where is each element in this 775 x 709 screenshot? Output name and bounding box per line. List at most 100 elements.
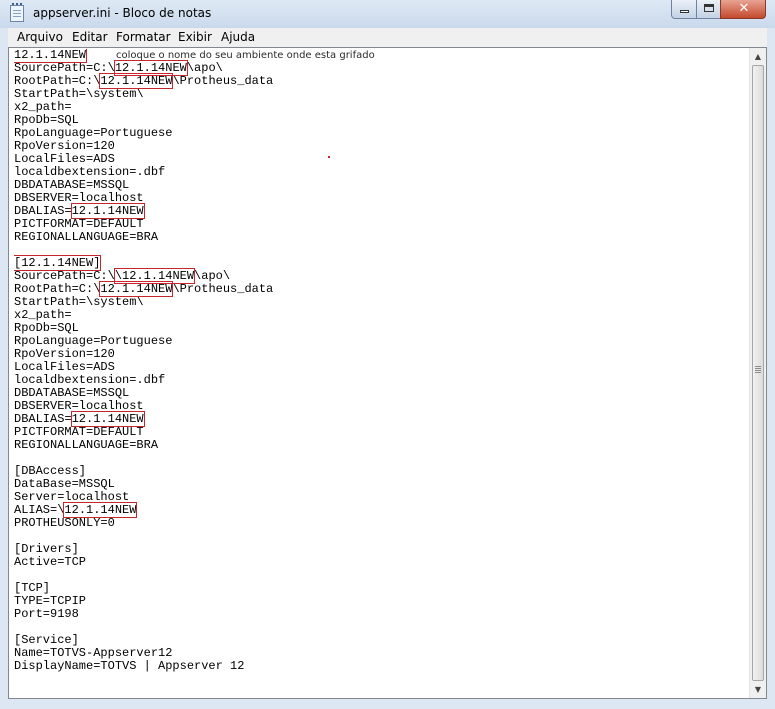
- minimize-button[interactable]: [671, 0, 697, 19]
- text-line: RpoLanguage=Portuguese: [14, 127, 744, 140]
- notepad-icon[interactable]: [10, 3, 24, 22]
- text-line: [DBAccess]: [14, 465, 744, 478]
- scroll-up-icon[interactable]: ▲: [750, 48, 766, 65]
- text-line: RpoVersion=120: [14, 140, 744, 153]
- menu-bar: Arquivo Editar Formatar Exibir Ajuda: [8, 28, 767, 47]
- text-segment: RootPath=C:\: [14, 282, 101, 296]
- highlighted-value: 12.1.14NEW: [99, 281, 174, 297]
- text-line: Port=9198: [14, 608, 744, 621]
- text-segment: SourcePath=C:\: [14, 269, 115, 283]
- maximize-icon: [704, 4, 714, 12]
- menu-arquivo[interactable]: Arquivo: [17, 30, 63, 44]
- text-segment: RootPath=C:\: [14, 74, 101, 88]
- text-line: [Drivers]: [14, 543, 744, 556]
- highlighted-value: 12.1.14NEW: [70, 411, 145, 427]
- notepad-window: appserver.ini - Bloco de notas ✕ Arquivo…: [0, 0, 775, 709]
- text-segment: DBDATABASE=MSSQL: [14, 178, 130, 192]
- text-line: DisplayName=TOTVS | Appserver 12: [14, 660, 744, 673]
- title-bar[interactable]: appserver.ini - Bloco de notas ✕: [0, 0, 775, 28]
- text-segment: RpoDb=SQL: [14, 321, 79, 335]
- text-segment: [Service]: [14, 633, 79, 647]
- text-line: RpoLanguage=Portuguese: [14, 335, 744, 348]
- text-segment: REGIONALLANGUAGE=BRA: [14, 230, 159, 244]
- text-line: [TCP]: [14, 582, 744, 595]
- text-segment: \Protheus_data: [172, 282, 274, 296]
- text-line: StartPath=\system\: [14, 88, 744, 101]
- text-segment: SourcePath=C:\: [14, 61, 115, 75]
- text-line: Active=TCP: [14, 556, 744, 569]
- text-segment: localdbextension=.dbf: [14, 165, 166, 179]
- text-line: ALIAS=\12.1.14NEW: [14, 502, 744, 518]
- stray-mark: [328, 156, 330, 158]
- text-segment: PICTFORMAT=DEFAULT: [14, 217, 144, 231]
- text-segment: localdbextension=.dbf: [14, 373, 166, 387]
- text-segment: StartPath=\system\: [14, 295, 144, 309]
- text-line: x2_path=: [14, 101, 744, 114]
- menu-exibir[interactable]: Exibir: [178, 30, 212, 44]
- menu-ajuda[interactable]: Ajuda: [221, 30, 255, 44]
- highlighted-value: 12.1.14NEW: [99, 73, 174, 89]
- text-content[interactable]: 12.1.14NEW SourcePath=C:\12.1.14NEW\apo\ R…: [14, 49, 744, 689]
- text-segment: [TCP]: [14, 581, 51, 595]
- text-segment: \apo\: [186, 61, 223, 75]
- scroll-down-icon[interactable]: ▼: [750, 681, 766, 698]
- text-segment: RpoVersion=120: [14, 139, 115, 153]
- text-segment: DBALIAS=: [14, 412, 72, 426]
- scroll-thumb[interactable]: [752, 65, 764, 681]
- maximize-button[interactable]: [696, 0, 721, 19]
- text-line: [14, 452, 744, 465]
- text-segment: RpoDb=SQL: [14, 113, 79, 127]
- text-segment: LocalFiles=ADS: [14, 152, 115, 166]
- text-segment: \Protheus_data: [172, 74, 274, 88]
- text-line: [14, 530, 744, 543]
- text-editor[interactable]: 12.1.14NEW SourcePath=C:\12.1.14NEW\apo\ R…: [8, 47, 767, 699]
- text-segment: DataBase=MSSQL: [14, 477, 115, 491]
- highlighted-value: 12.1.14NEW: [70, 203, 145, 219]
- text-line: TYPE=TCPIP: [14, 595, 744, 608]
- text-segment: DBSERVER=localhost: [14, 191, 144, 205]
- annotation-note: coloque o nome do seu ambiente onde esta…: [116, 50, 375, 61]
- text-segment: DBALIAS=: [14, 204, 72, 218]
- text-segment: ALIAS=\: [14, 503, 65, 517]
- text-segment: x2_path=: [14, 100, 72, 114]
- text-line: StartPath=\system\: [14, 296, 744, 309]
- text-line: REGIONALLANGUAGE=BRA: [14, 231, 744, 244]
- minimize-icon: [680, 10, 689, 13]
- text-line: [14, 569, 744, 582]
- text-segment: REGIONALLANGUAGE=BRA: [14, 438, 159, 452]
- text-segment: DBDATABASE=MSSQL: [14, 386, 130, 400]
- grip-icon: [755, 366, 761, 374]
- text-line: RpoVersion=120: [14, 348, 744, 361]
- text-segment: RpoLanguage=Portuguese: [14, 334, 173, 348]
- text-segment: LocalFiles=ADS: [14, 360, 115, 374]
- text-segment: PICTFORMAT=DEFAULT: [14, 425, 144, 439]
- menu-editar[interactable]: Editar: [72, 30, 108, 44]
- close-icon: ✕: [738, 1, 750, 16]
- vertical-scrollbar[interactable]: ▲ ▼: [749, 48, 766, 698]
- text-segment: [Drivers]: [14, 542, 79, 556]
- text-segment: StartPath=\system\: [14, 87, 144, 101]
- text-segment: DisplayName=TOTVS | Appserver 12: [14, 659, 245, 673]
- text-segment: DBSERVER=localhost: [14, 399, 144, 413]
- highlighted-value: 12.1.14NEW: [63, 502, 138, 518]
- text-segment: RpoVersion=120: [14, 347, 115, 361]
- text-segment: Name=TOTVS-Appserver12: [14, 646, 173, 660]
- text-segment: Active=TCP: [14, 555, 87, 569]
- highlighted-value: [12.1.14NEW]: [14, 255, 102, 271]
- menu-formatar[interactable]: Formatar: [116, 30, 171, 44]
- highlighted-value: \12.1.14NEW: [113, 268, 196, 284]
- text-line: x2_path=: [14, 309, 744, 322]
- text-segment: \apo\: [194, 269, 231, 283]
- text-line: PROTHEUSONLY=0: [14, 517, 744, 530]
- text-segment: TYPE=TCPIP: [14, 594, 87, 608]
- text-segment: [DBAccess]: [14, 464, 87, 478]
- window-title: appserver.ini - Bloco de notas: [33, 6, 212, 20]
- close-button[interactable]: ✕: [720, 0, 766, 19]
- text-line: [14, 244, 744, 257]
- text-segment: Server=localhost: [14, 490, 130, 504]
- text-segment: RpoLanguage=Portuguese: [14, 126, 173, 140]
- text-line: [14, 621, 744, 634]
- text-line: REGIONALLANGUAGE=BRA: [14, 439, 744, 452]
- text-segment: Port=9198: [14, 607, 79, 621]
- text-segment: PROTHEUSONLY=0: [14, 516, 115, 530]
